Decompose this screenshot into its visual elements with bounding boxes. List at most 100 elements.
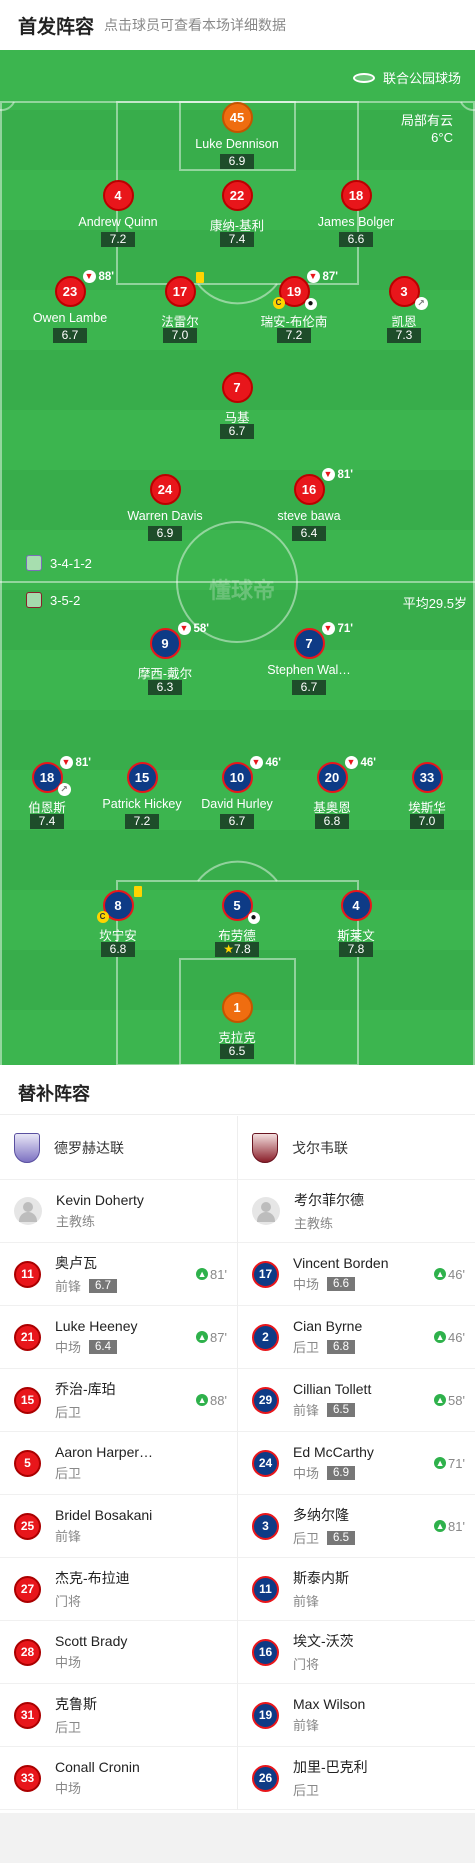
sub-on-marker: ▲ 81' (434, 1519, 465, 1534)
sub-player-name: Cian Byrne (293, 1318, 363, 1334)
sub-player-row[interactable]: 17 Vincent Borden 中场 6.6 ▲ 46' (238, 1243, 475, 1306)
player-number-text: 20 (324, 770, 340, 785)
sub-player-number: 33 (14, 1764, 41, 1792)
pitch: 联合公园球场 局部有云 6°C 懂球帝 3-4-1-2 3-5-2 平均29.5… (0, 50, 475, 1065)
sub-on-marker: ▲ 46' (434, 1267, 465, 1282)
player-number: 20 ▼ 46' (316, 756, 376, 793)
player-away-8[interactable]: 8 C 坎宁安 6.8 (53, 886, 183, 958)
player-number: 3 ↗ (388, 276, 428, 310)
player-home-24[interactable]: 24 Warren Davis 6.9 (100, 474, 230, 542)
sub-on-icon: ▲ (434, 1331, 447, 1343)
sub-player-name: Cillian Tollett (293, 1381, 372, 1397)
sub-player-row[interactable]: 28 Scott Brady 中场 (0, 1621, 237, 1684)
sub-on-icon: ▲ (196, 1331, 209, 1343)
sub-player-position: 前锋 (293, 1594, 320, 1609)
sub-on-icon: ▲ (434, 1268, 447, 1280)
sub-player-row[interactable]: 3 多纳尔隆 后卫 6.5 ▲ 81' (238, 1495, 475, 1558)
sub-on-icon: ▲ (434, 1520, 447, 1532)
away-team-crest-icon (26, 592, 42, 608)
sub-player-info: 奥卢瓦前锋 6.7 (55, 1253, 196, 1295)
sub-player-row[interactable]: 11 奥卢瓦 前锋 6.7 ▲ 81' (0, 1243, 237, 1306)
home-team-header[interactable]: 德罗赫达联 (0, 1116, 237, 1180)
sub-player-position: 中场 (55, 1655, 82, 1670)
sub-player-meta: 前锋 (55, 1526, 227, 1545)
player-home-45[interactable]: 45 Luke Dennison 6.9 (172, 102, 302, 170)
player-rating: 7.8 (339, 942, 373, 957)
player-away-33[interactable]: 33 埃斯华 7.0 (362, 762, 475, 830)
sub-player-meta: 门将 (293, 1654, 465, 1673)
player-home-3[interactable]: 3 ↗ 凯恩 7.3 (339, 276, 469, 344)
player-away-5[interactable]: 5 ● 布劳德 ★7.8 (172, 890, 302, 958)
player-home-7[interactable]: 7 马基 6.7 (172, 372, 302, 440)
sub-off-icon: ▼ (82, 270, 96, 283)
goal-ball-icon: ● (304, 298, 317, 310)
away-team-header[interactable]: 戈尔韦联 (238, 1116, 475, 1180)
player-name: Stephen Wal… (267, 663, 351, 677)
sub-player-row[interactable]: 15 乔治-库珀 后卫 ▲ 88' (0, 1369, 237, 1432)
sub-off-icon: ▼ (321, 622, 335, 635)
weather-text: 局部有云 (400, 113, 453, 128)
sub-player-name: 奥卢瓦 (55, 1255, 97, 1271)
sub-player-number: 2 (252, 1323, 279, 1351)
sub-player-number: 26 (252, 1764, 279, 1792)
mvp-star-icon: ★ (223, 942, 235, 956)
sub-player-row[interactable]: 31 克鲁斯 后卫 (0, 1684, 237, 1747)
player-home-18[interactable]: 18 James Bolger 6.6 (291, 180, 421, 248)
coach-avatar-icon (252, 1197, 280, 1225)
sub-player-info: Cian Byrne 后卫 6.8 (293, 1318, 434, 1356)
assist-icon: ↗ (57, 783, 71, 796)
sub-player-info: 加里-巴克利 后卫 (293, 1757, 465, 1799)
sub-player-position: 前锋 (293, 1403, 320, 1418)
sub-player-row[interactable]: 27 杰克-布拉迪 门将 (0, 1558, 237, 1621)
player-rating: 6.6 (339, 232, 373, 247)
player-name: Luke Dennison (195, 137, 279, 151)
sub-player-row[interactable]: 33 Conall Cronin 中场 (0, 1747, 237, 1810)
player-rating: 6.8 (101, 942, 135, 957)
player-number: 18 ▼ 81' ↗ (31, 756, 91, 796)
sub-on-marker: ▲ 88' (196, 1393, 227, 1408)
yellow-card-icon (195, 272, 204, 283)
sub-player-row[interactable]: 25 Bridel Bosakani 前锋 (0, 1495, 237, 1558)
player-home-17[interactable]: 17 法雷尔 7.0 (115, 272, 245, 344)
sub-player-row[interactable]: 16 埃文-沃茨 门将 (238, 1621, 475, 1684)
sub-player-row[interactable]: 2 Cian Byrne 后卫 6.8 ▲ 46' (238, 1306, 475, 1369)
sub-player-row[interactable]: 19 Max Wilson 前锋 (238, 1684, 475, 1747)
player-number: 23 ▼ 88' (54, 270, 114, 307)
sub-player-rating: 6.7 (89, 1278, 118, 1293)
player-away-4[interactable]: 4 斯莱文 7.8 (291, 890, 421, 958)
sub-player-number: 19 (252, 1701, 279, 1729)
player-rating: ★7.8 (215, 942, 259, 957)
player-number: 19 ▼ 87' C ● (272, 270, 338, 310)
sub-player-row[interactable]: 11 斯泰内斯 前锋 (238, 1558, 475, 1621)
venue: 联合公园球场 (352, 68, 461, 87)
sub-player-row[interactable]: 21 Luke Heeney 中场 6.4 ▲ 87' (0, 1306, 237, 1369)
sub-player-number: 16 (252, 1638, 279, 1666)
captain-icon: C (272, 297, 285, 309)
sub-off-icon: ▼ (321, 468, 335, 481)
home-coach[interactable]: Kevin Doherty 主教练 (0, 1180, 237, 1243)
sub-player-number: 17 (252, 1260, 279, 1288)
sub-player-row[interactable]: 29 Cillian Tollett 前锋 6.5 ▲ 58' (238, 1369, 475, 1432)
assist-icon: ↗ (414, 297, 428, 310)
sub-player-info: 克鲁斯 后卫 (55, 1694, 227, 1736)
coach-avatar-icon (14, 1197, 42, 1225)
away-coach[interactable]: 考尔菲尔德 主教练 (238, 1180, 475, 1243)
sub-player-position: 前锋 (55, 1279, 82, 1294)
sub-player-row[interactable]: 5 Aaron Harper… 后卫 (0, 1432, 237, 1495)
player-number-text: 16 (301, 482, 317, 497)
sub-off-marker: ▼ 81' (321, 468, 353, 481)
player-away-9[interactable]: 9 ▼ 58' 摩西-戴尔 6.3 (100, 622, 230, 696)
sub-time: 87' (322, 270, 339, 283)
sub-on-time: 81' (210, 1266, 227, 1282)
sub-player-row[interactable]: 24 Ed McCarthy 中场 6.9 ▲ 71' (238, 1432, 475, 1495)
watermark-logo: 懂球帝 (209, 578, 276, 603)
sub-player-row[interactable]: 26 加里-巴克利 后卫 (238, 1747, 475, 1810)
sub-player-info: Cillian Tollett 前锋 6.5 (293, 1381, 434, 1419)
player-home-16[interactable]: 16 ▼ 81' steve bawa 6.4 (244, 468, 374, 542)
player-home-22[interactable]: 22 康纳-基利 7.4 (172, 180, 302, 248)
sub-player-meta: 前锋 6.7 (55, 1276, 196, 1295)
player-home-4[interactable]: 4 Andrew Quinn 7.2 (53, 180, 183, 248)
player-away-7[interactable]: 7 ▼ 71' Stephen Wal… 6.7 (244, 622, 374, 696)
sub-player-name: 乔治-库珀 (55, 1381, 116, 1397)
player-away-1[interactable]: 1 克拉克 6.5 (172, 992, 302, 1060)
